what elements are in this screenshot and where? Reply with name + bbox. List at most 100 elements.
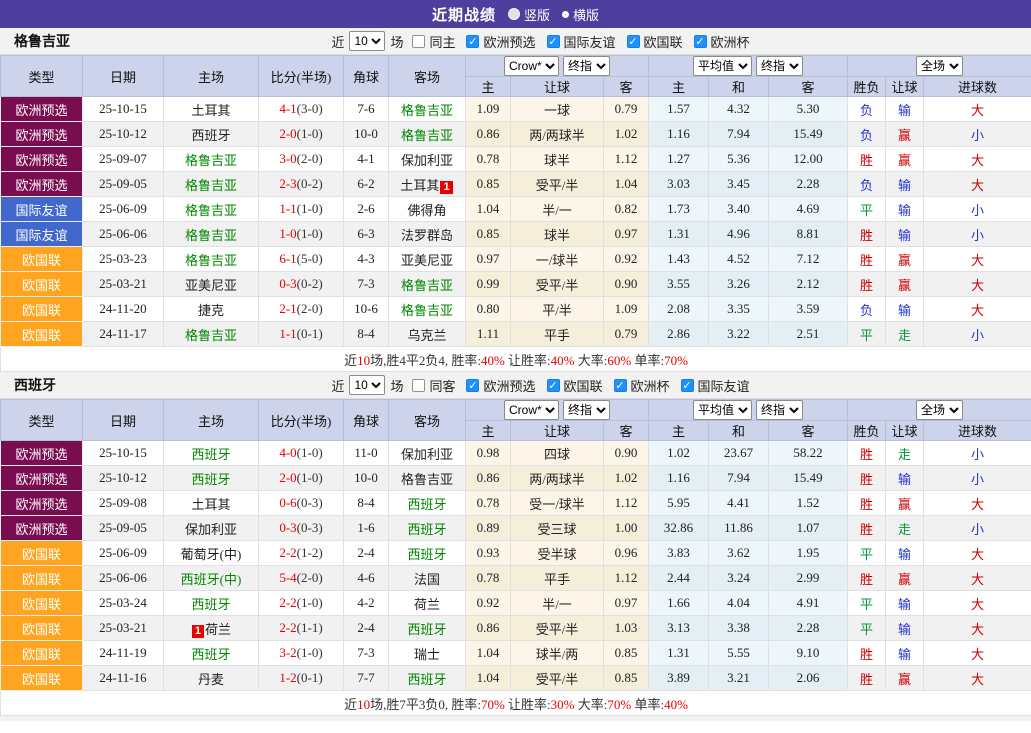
average-select[interactable]: 平均值 [693, 400, 752, 420]
same-venue-checkbox[interactable] [412, 35, 425, 48]
team-label: 法罗群岛 [401, 228, 453, 243]
average-select[interactable]: 平均值 [693, 56, 752, 76]
team-section: 西班牙近10场同客✓欧洲预选✓欧国联✓欧洲杯✓国际友谊类型日期主场比分(半场)角… [0, 372, 1031, 716]
avg-draw-odds: 5.36 [709, 147, 769, 172]
odds-source-header: Crow*终指 [466, 400, 649, 421]
same-venue-checkbox[interactable] [412, 379, 425, 392]
fulltime-score: 2-0 [279, 126, 296, 141]
odds-source-select[interactable]: Crow* [504, 400, 559, 420]
result-handicap: 输 [886, 466, 924, 491]
fulltime-score: 2-2 [279, 595, 296, 610]
team-label: 土耳其 [191, 497, 230, 512]
result-handicap: 赢 [886, 566, 924, 591]
fulltime-score: 6-1 [279, 251, 296, 266]
final-index-select[interactable]: 终指 [563, 400, 610, 420]
handicap-odds-away: 0.90 [604, 441, 649, 466]
team-label: 西班牙 [407, 522, 446, 537]
team-sections-container: 格鲁吉亚近10场同主✓欧洲预选✓国际友谊✓欧国联✓欧洲杯类型日期主场比分(半场)… [0, 28, 1031, 716]
league-checkbox-1[interactable]: ✓ [547, 35, 560, 48]
corners: 4-3 [344, 247, 389, 272]
halftime-score: (1-0) [297, 226, 323, 241]
sub-column-header: 主 [466, 421, 511, 441]
league-label: 欧国联 [644, 32, 683, 51]
match-row: 欧洲预选25-10-12西班牙2-0(1-0)10-0格鲁吉亚0.86两/两球半… [1, 466, 1031, 491]
match-scope-select[interactable]: 全场 [916, 56, 963, 76]
team-label: 乌克兰 [407, 328, 446, 343]
layout-option-vertical[interactable]: 竖版 [508, 5, 550, 24]
final-index-select-2[interactable]: 终指 [756, 56, 803, 76]
radio-unselected-icon[interactable] [562, 11, 569, 18]
result-handicap: 走 [886, 322, 924, 347]
avg-draw-odds: 4.32 [709, 97, 769, 122]
fulltime-score: 1-1 [279, 201, 296, 216]
team-label: 西班牙 [191, 597, 230, 612]
results-table: 类型日期主场比分(半场)角球客场Crow*终指平均值终指全场主让球客主和客胜负让… [0, 399, 1031, 716]
avg-home-odds: 2.08 [649, 297, 709, 322]
final-index-select-2[interactable]: 终指 [756, 400, 803, 420]
handicap-odds-home: 1.04 [466, 641, 511, 666]
halftime-score: (3-0) [297, 101, 323, 116]
radio-vertical-label: 竖版 [524, 5, 550, 24]
league-label: 欧洲杯 [631, 376, 670, 395]
halftime-score: (2-0) [297, 570, 323, 585]
summary-part: 40% [481, 353, 505, 368]
match-scope-select[interactable]: 全场 [916, 400, 963, 420]
league-checkbox-2[interactable]: ✓ [627, 35, 640, 48]
team-label: 佛得角 [407, 203, 446, 218]
corners: 11-0 [344, 441, 389, 466]
handicap-odds-home: 0.98 [466, 441, 511, 466]
match-date: 24-11-20 [83, 297, 164, 322]
radio-selected-icon[interactable] [508, 8, 520, 20]
match-count-select[interactable]: 10 [349, 31, 385, 51]
team-section-header: 西班牙近10场同客✓欧洲预选✓欧国联✓欧洲杯✓国际友谊 [0, 372, 1031, 399]
record-summary: 近10场,胜4平2负4, 胜率:40% 让胜率:40% 大率:60% 单率:70… [1, 347, 1031, 372]
score: 0-6(0-3) [259, 491, 344, 516]
layout-option-horizontal[interactable]: 横版 [562, 5, 599, 24]
away-team: 亚美尼亚 [389, 247, 466, 272]
league-checkbox-3[interactable]: ✓ [681, 379, 694, 392]
away-team: 法罗群岛 [389, 222, 466, 247]
avg-draw-odds: 23.67 [709, 441, 769, 466]
league-checkbox-0[interactable]: ✓ [466, 379, 479, 392]
avg-draw-odds: 4.96 [709, 222, 769, 247]
league-checkbox-0[interactable]: ✓ [466, 35, 479, 48]
avg-draw-odds: 5.55 [709, 641, 769, 666]
league-label: 国际友谊 [564, 32, 616, 51]
team-label: 土耳其 [400, 178, 439, 193]
column-header: 客场 [389, 56, 466, 97]
home-team: 格鲁吉亚 [164, 247, 259, 272]
away-team: 西班牙 [389, 616, 466, 641]
result-goals-over-under: 大 [924, 666, 1031, 691]
result-goals-over-under: 小 [924, 122, 1031, 147]
match-row: 欧国联25-03-21亚美尼亚0-3(0-2)7-3格鲁吉亚0.99受平/半0.… [1, 272, 1031, 297]
odds-source-select[interactable]: Crow* [504, 56, 559, 76]
league-checkbox-1[interactable]: ✓ [547, 379, 560, 392]
match-row: 欧国联24-11-17格鲁吉亚1-1(0-1)8-4乌克兰1.11平手0.792… [1, 322, 1031, 347]
home-team: 西班牙 [164, 591, 259, 616]
match-count-select[interactable]: 10 [349, 375, 385, 395]
league-checkbox-3[interactable]: ✓ [694, 35, 707, 48]
league-checkbox-2[interactable]: ✓ [614, 379, 627, 392]
away-team: 保加利亚 [389, 441, 466, 466]
match-date: 24-11-19 [83, 641, 164, 666]
away-team: 西班牙 [389, 666, 466, 691]
avg-away-odds: 1.52 [769, 491, 848, 516]
odds-source-header: Crow*终指 [466, 56, 649, 77]
away-team: 法国 [389, 566, 466, 591]
scope-header: 全场 [848, 400, 1031, 421]
handicap-odds-home: 1.04 [466, 197, 511, 222]
match-date: 25-10-15 [83, 97, 164, 122]
away-team: 西班牙 [389, 541, 466, 566]
competition-type: 欧洲预选 [1, 516, 83, 541]
fulltime-score: 1-1 [279, 326, 296, 341]
result-goals-over-under: 大 [924, 297, 1031, 322]
competition-type: 欧国联 [1, 272, 83, 297]
handicap-odds-home: 0.80 [466, 297, 511, 322]
result-handicap: 输 [886, 641, 924, 666]
column-header: 主场 [164, 400, 259, 441]
final-index-select[interactable]: 终指 [563, 56, 610, 76]
match-row: 欧国联25-03-24西班牙2-2(1-0)4-2荷兰0.92半/一0.971.… [1, 591, 1031, 616]
halftime-score: (2-0) [297, 151, 323, 166]
result-handicap: 走 [886, 441, 924, 466]
handicap-odds-away: 0.96 [604, 541, 649, 566]
